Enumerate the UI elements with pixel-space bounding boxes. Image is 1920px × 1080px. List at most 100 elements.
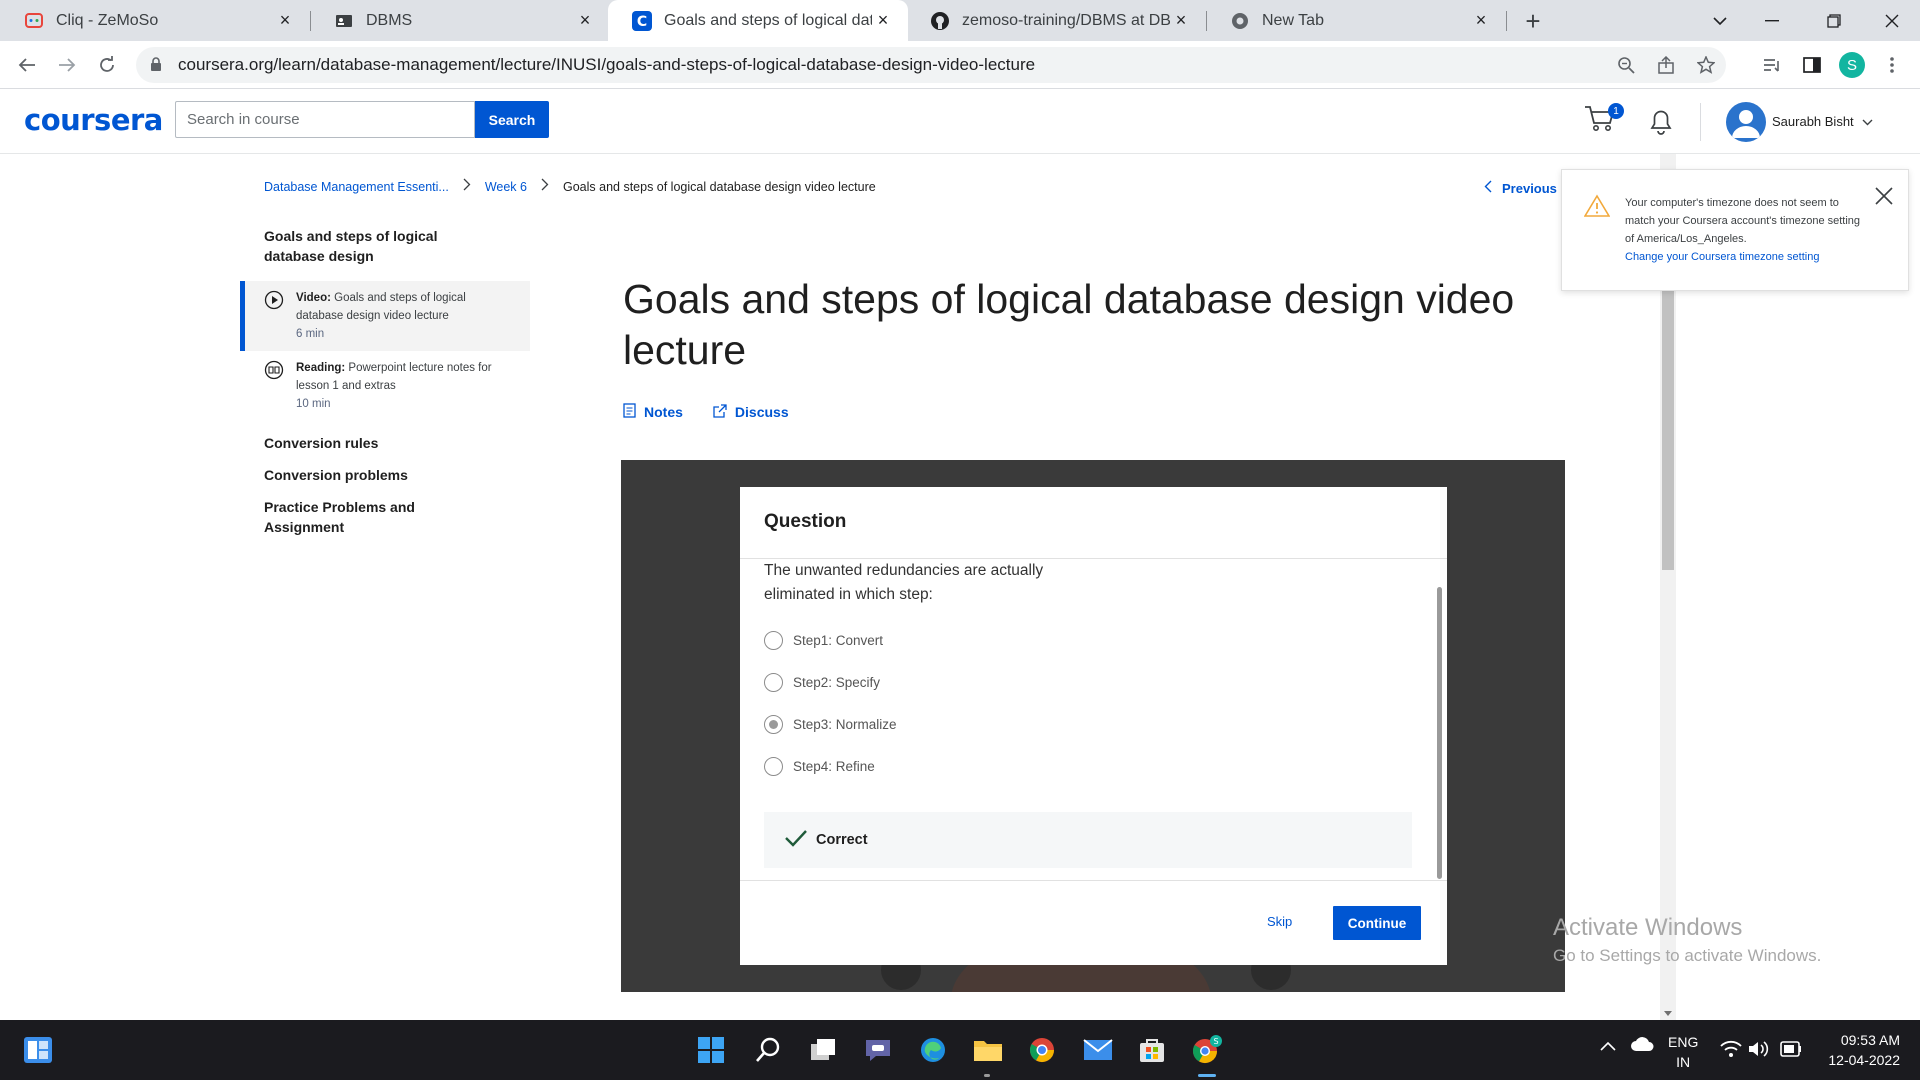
chrome-icon[interactable] <box>1024 1032 1060 1068</box>
sidebar-module-practice-problems[interactable]: Practice Problems and Assignment <box>240 497 440 537</box>
back-arrow-icon[interactable] <box>12 50 42 80</box>
battery-icon[interactable] <box>1778 1040 1802 1061</box>
user-avatar[interactable] <box>1726 102 1766 142</box>
browser-menu-icon[interactable] <box>1876 50 1908 80</box>
play-circle-icon <box>264 290 284 310</box>
question-text: The unwanted redundancies are actually e… <box>764 562 1044 603</box>
course-search-input[interactable]: Search in course <box>175 101 475 138</box>
radio-button-checked[interactable] <box>764 715 783 734</box>
task-view-icon[interactable] <box>805 1032 841 1068</box>
region-code: IN <box>1676 1054 1691 1070</box>
tab-title: zemoso-training/DBMS at DBMS <box>962 11 1170 29</box>
file-explorer-icon[interactable] <box>970 1032 1006 1068</box>
chevron-left-icon <box>1484 180 1492 196</box>
tab-search-chevron-icon[interactable] <box>1692 0 1748 41</box>
toast-text: Your computer's timezone does not seem t… <box>1625 197 1861 245</box>
active-app-indicator <box>1198 1074 1216 1077</box>
discuss-button[interactable]: Discuss <box>713 403 789 421</box>
tab-dbms[interactable]: DBMS × <box>310 0 610 41</box>
tab-close-icon[interactable]: × <box>1170 10 1192 32</box>
answer-option[interactable]: Step2: Specify <box>764 673 880 692</box>
radio-button[interactable] <box>764 673 783 692</box>
windows-start-icon[interactable] <box>693 1032 729 1068</box>
sidebar-item-reading[interactable]: Reading: Powerpoint lecture notes for le… <box>240 351 530 421</box>
sidebar-item-video[interactable]: Video: Goals and steps of logical databa… <box>240 281 530 351</box>
new-tab-button[interactable]: + <box>1518 6 1548 36</box>
share-icon[interactable] <box>1646 47 1686 83</box>
profile-avatar-button[interactable]: S <box>1836 50 1868 80</box>
tab-close-icon[interactable]: × <box>574 10 596 32</box>
zoom-icon[interactable] <box>1606 47 1646 83</box>
chrome-icon <box>1230 11 1250 31</box>
tab-coursera-lecture[interactable]: C Goals and steps of logical database de… <box>608 0 908 41</box>
address-bar[interactable]: coursera.org/learn/database-management/l… <box>136 47 1726 83</box>
browser-toolbar: coursera.org/learn/database-management/l… <box>0 41 1920 89</box>
answer-option[interactable]: Step1: Convert <box>764 631 883 650</box>
language-indicator[interactable]: ENG IN <box>1668 1032 1698 1072</box>
lesson-heading[interactable]: Goals and steps of logical database desi… <box>240 226 490 266</box>
header-divider <box>1700 103 1701 141</box>
cliq-favicon-icon <box>24 11 44 31</box>
widgets-icon[interactable] <box>20 1032 56 1068</box>
bookmark-star-icon[interactable] <box>1686 47 1726 83</box>
scrollbar-thumb[interactable] <box>1662 290 1674 570</box>
system-clock[interactable]: 09:53 AM 12-04-2022 <box>1818 1030 1900 1070</box>
tab-cliq[interactable]: Cliq - ZeMoSo × <box>0 0 310 41</box>
show-hidden-icons-chevron-icon[interactable] <box>1600 1038 1616 1054</box>
skip-button[interactable]: Skip <box>1267 914 1292 929</box>
breadcrumb-week-link[interactable]: Week 6 <box>485 180 527 194</box>
chrome-profile-icon[interactable]: S <box>1189 1032 1225 1068</box>
option-label: Step4: Refine <box>793 759 875 774</box>
tab-close-icon[interactable]: × <box>1470 10 1492 32</box>
tab-close-icon[interactable]: × <box>274 10 296 32</box>
breadcrumb-course-link[interactable]: Database Management Essenti... <box>264 180 449 194</box>
forward-arrow-icon[interactable] <box>52 50 82 80</box>
volume-icon[interactable] <box>1748 1040 1770 1061</box>
window-close-icon[interactable] <box>1864 0 1920 41</box>
previous-button[interactable]: Previous <box>1484 180 1557 196</box>
answer-option-selected[interactable]: Step3: Normalize <box>764 715 897 734</box>
timezone-settings-link[interactable]: Change your Coursera timezone setting <box>1625 248 1870 266</box>
sidebar-module-conversion-problems[interactable]: Conversion problems <box>240 465 440 485</box>
site-header: coursera Search in course Search 1 Saura… <box>0 89 1920 154</box>
mail-icon[interactable] <box>1080 1032 1116 1068</box>
edge-browser-icon[interactable] <box>915 1032 951 1068</box>
scroll-down-arrow-icon[interactable] <box>1664 1011 1672 1016</box>
notes-button[interactable]: Notes <box>623 403 683 421</box>
search-icon[interactable] <box>750 1032 786 1068</box>
continue-button[interactable]: Continue <box>1333 906 1421 940</box>
wifi-icon[interactable] <box>1720 1040 1742 1061</box>
notification-bell-icon[interactable] <box>1648 107 1676 137</box>
close-icon[interactable] <box>1874 186 1896 208</box>
book-icon <box>264 360 284 380</box>
microsoft-store-icon[interactable] <box>1134 1032 1170 1068</box>
tab-github[interactable]: zemoso-training/DBMS at DBMS × <box>906 0 1206 41</box>
watermark-line1: Activate Windows <box>1553 914 1743 941</box>
tab-close-icon[interactable]: × <box>872 10 894 32</box>
teams-chat-icon[interactable] <box>860 1032 896 1068</box>
reload-icon[interactable] <box>92 50 122 80</box>
search-placeholder: Search in course <box>187 111 300 128</box>
external-link-icon <box>713 403 727 421</box>
search-button[interactable]: Search <box>475 101 549 138</box>
user-menu[interactable]: Saurabh Bisht <box>1772 114 1873 129</box>
coursera-logo[interactable]: coursera <box>24 103 163 137</box>
running-app-indicator <box>984 1074 990 1077</box>
minimize-icon[interactable] <box>1744 0 1800 41</box>
sidebar-module-conversion-rules[interactable]: Conversion rules <box>240 433 440 453</box>
feedback-text: Correct <box>816 832 868 848</box>
onedrive-cloud-icon[interactable] <box>1630 1036 1654 1055</box>
radio-button[interactable] <box>764 757 783 776</box>
option-label: Step3: Normalize <box>793 717 897 732</box>
side-panel-icon[interactable] <box>1796 50 1828 80</box>
modal-divider <box>740 880 1447 881</box>
restore-icon[interactable] <box>1806 0 1862 41</box>
modal-scrollbar[interactable] <box>1437 587 1442 879</box>
option-label: Step1: Convert <box>793 633 884 648</box>
lesson-sidebar: Goals and steps of logical database desi… <box>240 226 530 537</box>
radio-button[interactable] <box>764 631 783 650</box>
answer-option[interactable]: Step4: Refine <box>764 757 875 776</box>
reading-list-icon[interactable] <box>1756 50 1788 80</box>
tab-new-tab[interactable]: New Tab × <box>1206 0 1506 41</box>
notes-icon <box>623 403 636 421</box>
